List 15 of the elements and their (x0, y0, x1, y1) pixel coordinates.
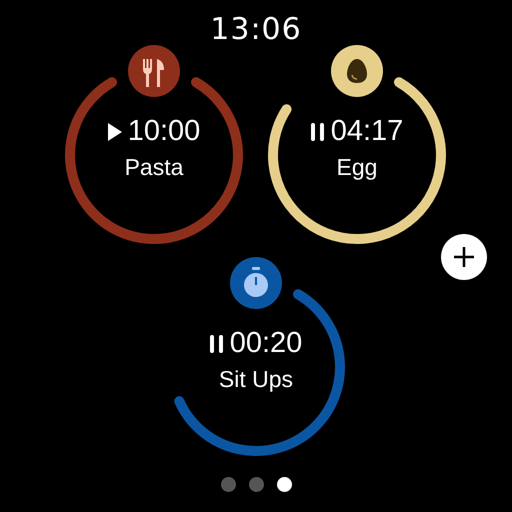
page-dot[interactable] (220, 477, 236, 492)
play-icon[interactable] (108, 122, 122, 140)
timer-label: Sit Ups (218, 366, 294, 393)
pause-icon[interactable] (210, 334, 224, 352)
page-dot[interactable] (276, 477, 292, 492)
timer-time: 00:20 (230, 327, 302, 360)
plus-icon (453, 246, 475, 268)
timer-time: 10:00 (128, 115, 200, 148)
timer-label: Egg (336, 154, 378, 181)
add-button[interactable] (441, 234, 487, 280)
page-dot[interactable] (248, 477, 264, 492)
timer-label: Pasta (124, 154, 184, 181)
timer-time: 04:17 (330, 115, 404, 148)
clock-time: 13:06 (210, 12, 302, 47)
pause-icon[interactable] (310, 122, 325, 140)
